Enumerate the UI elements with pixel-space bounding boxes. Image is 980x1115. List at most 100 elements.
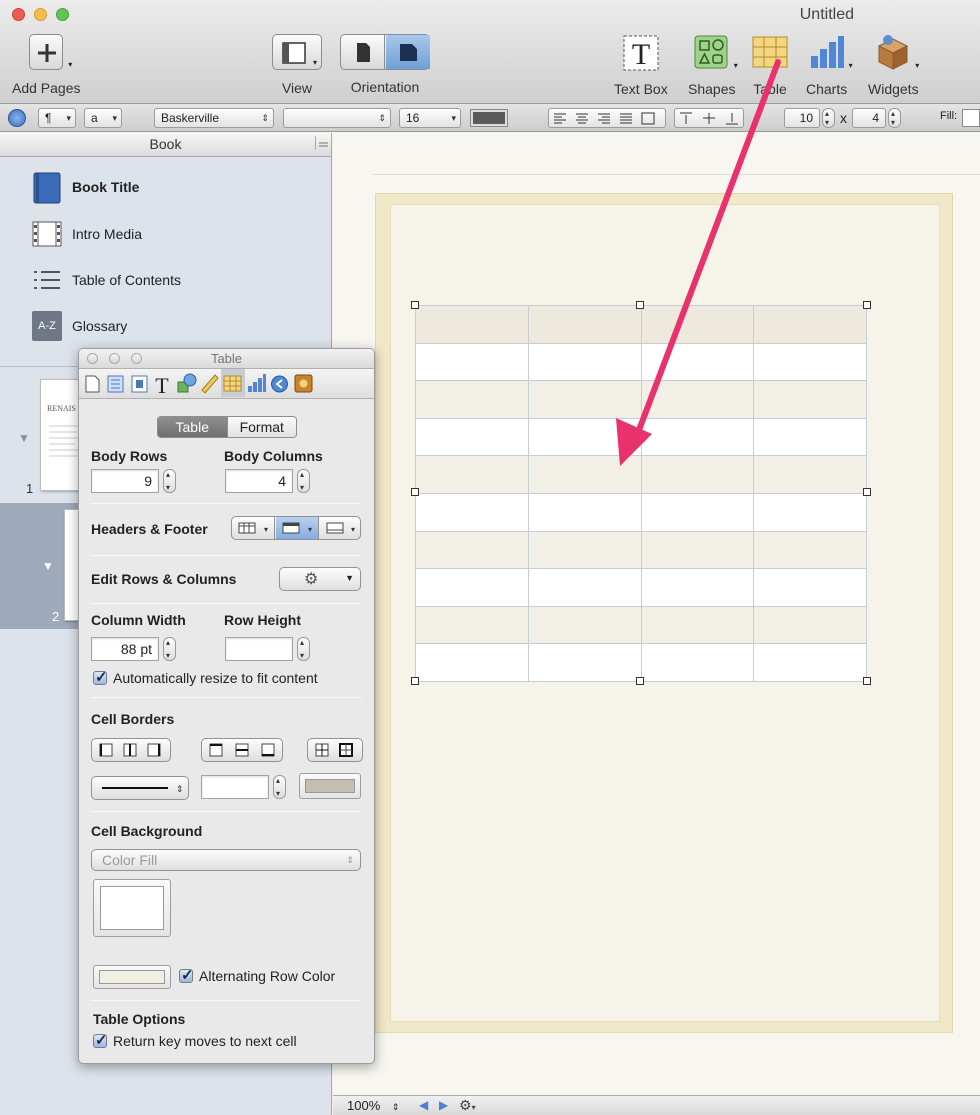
table-cell[interactable] bbox=[415, 530, 529, 570]
table-row[interactable] bbox=[415, 417, 867, 457]
table-rows-stepper[interactable] bbox=[888, 108, 901, 128]
inspector-close-button[interactable] bbox=[87, 353, 98, 364]
edit-rows-columns-menu[interactable]: ⚙ ▼ bbox=[279, 567, 361, 591]
table-cell[interactable] bbox=[527, 605, 642, 645]
link-inspector-icon[interactable] bbox=[268, 369, 291, 397]
alternating-row-checkbox[interactable] bbox=[179, 966, 194, 984]
alternating-row-color-well[interactable] bbox=[93, 965, 171, 989]
border-color-well[interactable] bbox=[299, 773, 361, 799]
document-table[interactable] bbox=[415, 305, 867, 682]
table-cell[interactable] bbox=[527, 380, 642, 419]
table-cell[interactable] bbox=[753, 530, 867, 570]
inner-border-buttons[interactable] bbox=[201, 738, 283, 762]
table-cell[interactable] bbox=[753, 305, 867, 344]
table-cell[interactable] bbox=[753, 455, 867, 494]
selection-handle[interactable] bbox=[636, 677, 644, 685]
document-canvas[interactable] bbox=[333, 133, 980, 1095]
character-style-select[interactable]: a ▾ bbox=[84, 108, 122, 128]
table-cell[interactable] bbox=[640, 568, 755, 607]
format-segment[interactable]: Format bbox=[226, 417, 296, 437]
layout-inspector-icon[interactable] bbox=[104, 369, 127, 397]
wrap-inspector-icon[interactable] bbox=[128, 369, 151, 397]
table-row[interactable] bbox=[415, 492, 867, 532]
table-cell[interactable] bbox=[527, 643, 642, 682]
color-fill-select[interactable]: Color Fill ⇕ bbox=[91, 849, 361, 871]
table-cell[interactable] bbox=[527, 342, 642, 382]
table-row[interactable] bbox=[415, 530, 867, 570]
table-cell[interactable] bbox=[753, 342, 867, 382]
table-cell[interactable] bbox=[753, 643, 867, 682]
inspector-zoom-button[interactable] bbox=[131, 353, 142, 364]
table-columns-stepper[interactable] bbox=[822, 108, 835, 128]
sidebar-item-glossary[interactable]: A-Z Glossary bbox=[32, 310, 127, 342]
text-inspector-icon[interactable]: T bbox=[151, 369, 174, 398]
font-family-select[interactable]: Baskerville ⇕ bbox=[154, 108, 274, 128]
selection-handle[interactable] bbox=[411, 488, 419, 496]
table-cell[interactable] bbox=[640, 643, 755, 682]
table-cell[interactable] bbox=[640, 342, 755, 382]
header-rows-icon[interactable]: ▾ bbox=[232, 517, 275, 539]
table-cell[interactable] bbox=[527, 568, 642, 607]
table-cell[interactable] bbox=[415, 305, 529, 344]
previous-page-icon[interactable]: ◀ bbox=[419, 1098, 428, 1112]
styles-drawer-icon[interactable] bbox=[8, 109, 26, 127]
table-cell[interactable] bbox=[640, 380, 755, 419]
table-cell[interactable] bbox=[527, 417, 642, 457]
table-inspector-icon[interactable] bbox=[221, 369, 245, 397]
charts-button[interactable]: ▾ Charts bbox=[806, 34, 853, 97]
table-cell[interactable] bbox=[415, 568, 529, 607]
table-cell[interactable] bbox=[415, 643, 529, 682]
table-rows-field[interactable]: 4 bbox=[852, 108, 886, 128]
all-border-buttons[interactable] bbox=[307, 738, 363, 762]
header-columns-icon[interactable]: ▾ bbox=[276, 517, 319, 539]
selection-handle[interactable] bbox=[411, 677, 419, 685]
column-width-field[interactable]: 88 pt bbox=[91, 637, 159, 661]
table-cell[interactable] bbox=[640, 605, 755, 645]
body-columns-field[interactable]: 4 bbox=[225, 469, 293, 493]
landscape-orientation-icon[interactable] bbox=[386, 35, 430, 69]
table-cell[interactable] bbox=[753, 568, 867, 607]
table-cell[interactable] bbox=[753, 605, 867, 645]
table-cell[interactable] bbox=[415, 417, 529, 457]
gear-icon[interactable]: ⚙▾ bbox=[459, 1097, 476, 1114]
text-box-button[interactable]: T Text Box bbox=[614, 34, 668, 97]
table-cell[interactable] bbox=[415, 342, 529, 382]
border-width-field[interactable] bbox=[201, 775, 269, 799]
selection-handle[interactable] bbox=[411, 301, 419, 309]
row-height-field[interactable] bbox=[225, 637, 293, 661]
table-cell[interactable] bbox=[415, 605, 529, 645]
footer-rows-icon[interactable]: ▾ bbox=[320, 517, 362, 539]
table-cell[interactable] bbox=[415, 380, 529, 419]
sidebar-item-book-title[interactable]: Book Title bbox=[32, 171, 139, 204]
close-window-button[interactable] bbox=[12, 8, 25, 21]
selection-handle[interactable] bbox=[863, 488, 871, 496]
sidebar-item-table-of-contents[interactable]: Table of Contents bbox=[32, 264, 181, 296]
table-cell[interactable] bbox=[527, 305, 642, 344]
next-page-icon[interactable]: ▶ bbox=[439, 1098, 448, 1112]
table-cell[interactable] bbox=[640, 417, 755, 457]
align-text-icons[interactable] bbox=[549, 109, 667, 127]
selection-handle[interactable] bbox=[863, 677, 871, 685]
zoom-select[interactable]: 100% ⇕ bbox=[347, 1098, 399, 1113]
table-row[interactable] bbox=[415, 643, 867, 682]
background-color-well[interactable] bbox=[93, 879, 171, 937]
return-key-checkbox[interactable] bbox=[93, 1031, 108, 1049]
table-header-row[interactable] bbox=[415, 305, 867, 344]
disclosure-triangle-icon[interactable]: ▼ bbox=[18, 431, 30, 445]
table-row[interactable] bbox=[415, 380, 867, 419]
column-width-stepper[interactable] bbox=[163, 637, 176, 661]
paragraph-style-select[interactable]: ¶ ▾ bbox=[38, 108, 76, 128]
inspector-minimize-button[interactable] bbox=[109, 353, 120, 364]
table-cell[interactable] bbox=[640, 305, 755, 344]
zoom-window-button[interactable] bbox=[56, 8, 69, 21]
vertical-align-icons[interactable] bbox=[675, 109, 745, 127]
table-cell[interactable] bbox=[527, 492, 642, 532]
table-cell[interactable] bbox=[415, 455, 529, 494]
sidebar-item-intro-media[interactable]: Intro Media bbox=[32, 218, 142, 250]
body-rows-field[interactable]: 9 bbox=[91, 469, 159, 493]
table-button[interactable]: Table bbox=[750, 34, 790, 97]
outer-border-buttons[interactable] bbox=[91, 738, 171, 762]
widgets-button[interactable]: ▾ Widgets bbox=[868, 34, 919, 97]
graphic-inspector-icon[interactable] bbox=[175, 369, 198, 397]
table-cell[interactable] bbox=[753, 492, 867, 532]
